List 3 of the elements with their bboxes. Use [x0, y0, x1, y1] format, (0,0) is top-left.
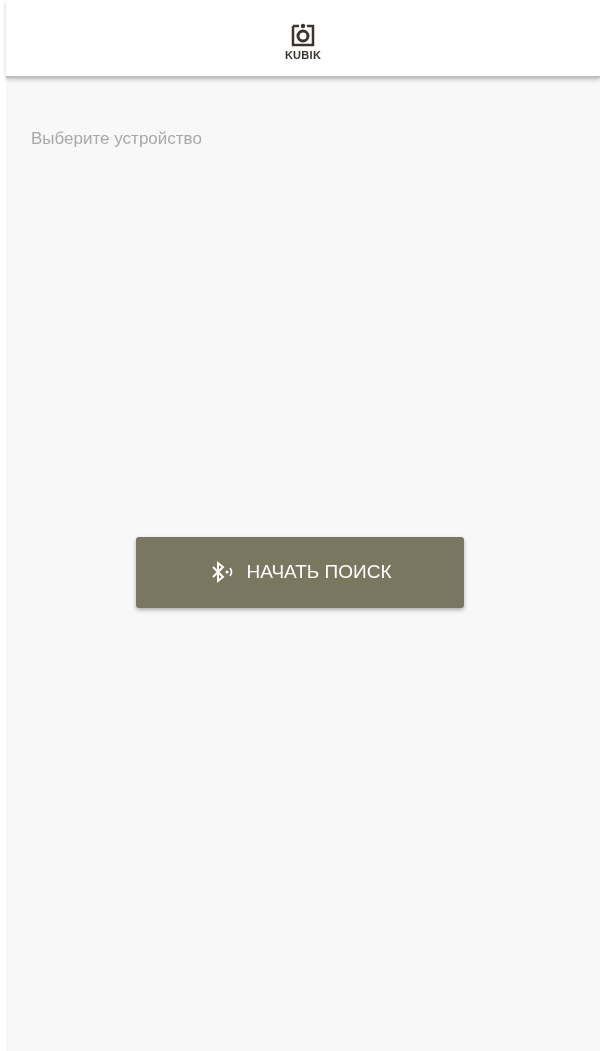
- start-search-button[interactable]: НАЧАТЬ ПОИСК: [136, 536, 464, 608]
- device-prompt: Выберите устройство: [31, 128, 203, 150]
- logo-text: KUBIK: [284, 49, 322, 61]
